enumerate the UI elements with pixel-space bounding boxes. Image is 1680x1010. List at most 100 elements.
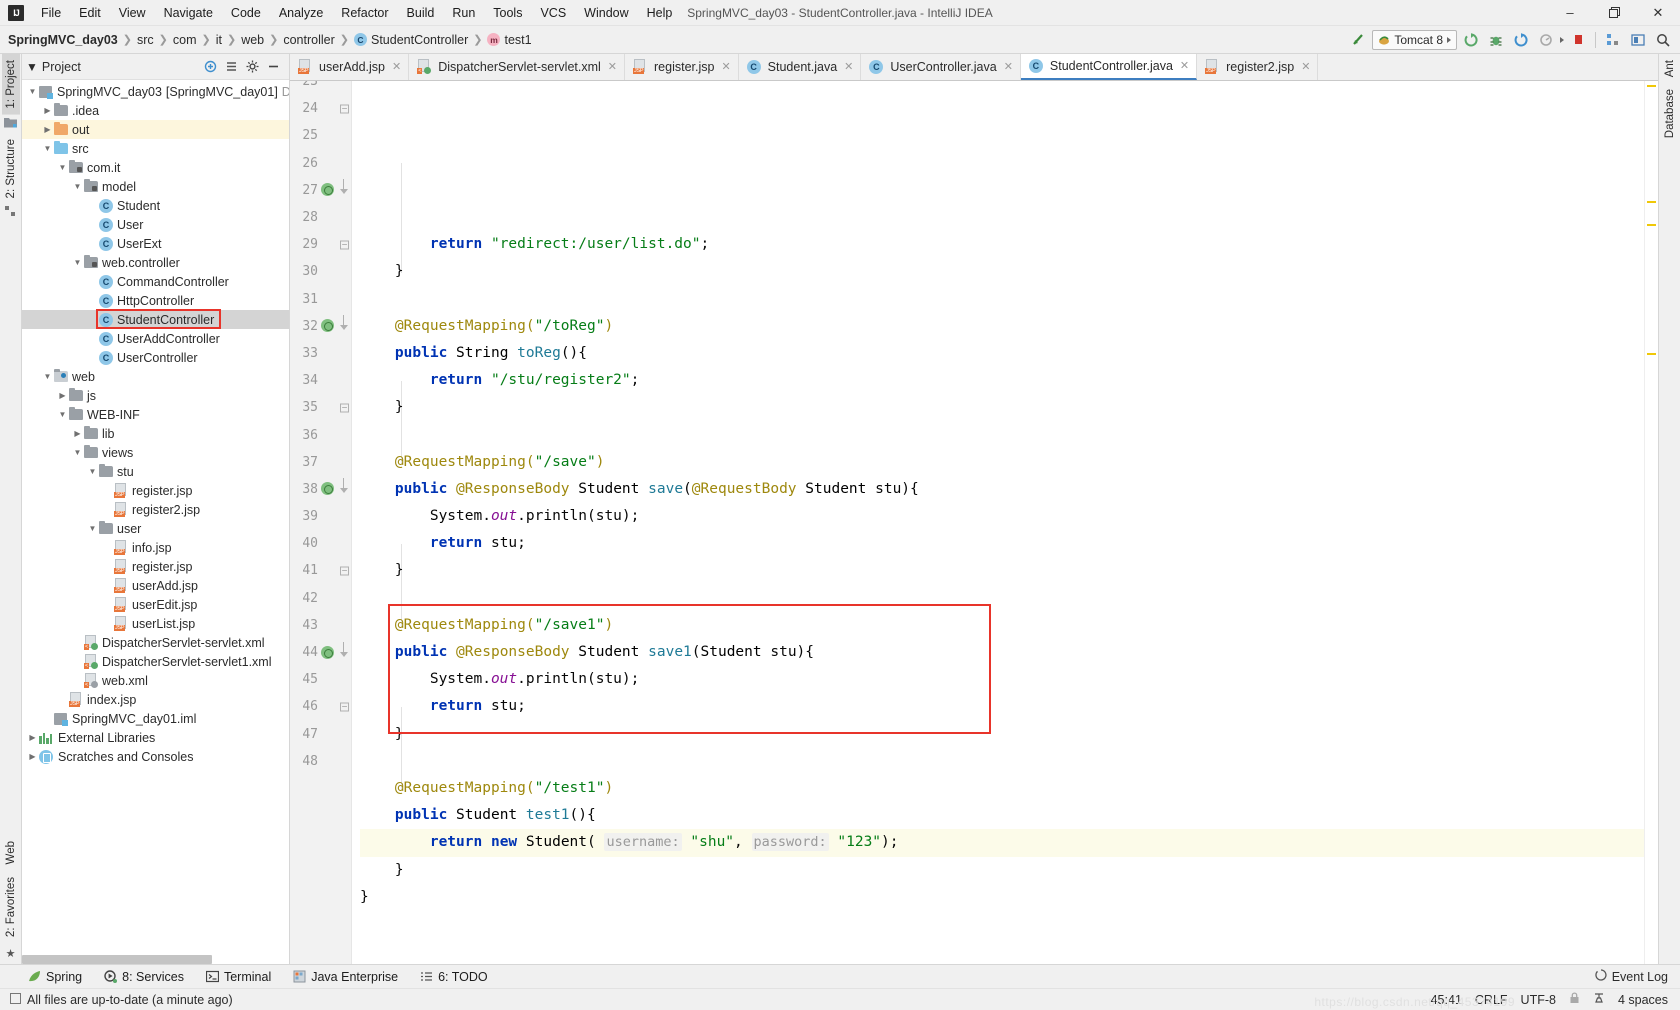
code-line[interactable]: return stu; bbox=[360, 530, 1644, 557]
code-line[interactable]: @RequestMapping("/save") bbox=[360, 449, 1644, 476]
tree-item-user[interactable]: ▶C User bbox=[22, 215, 289, 234]
fold-start-icon[interactable] bbox=[340, 478, 349, 495]
fold-end-icon[interactable]: – bbox=[340, 240, 349, 250]
fold-end-icon[interactable]: – bbox=[340, 566, 349, 576]
tool-window-button-8services[interactable]: 8: Services bbox=[104, 970, 184, 984]
breadcrumb-item-com[interactable]: com bbox=[173, 33, 197, 47]
spring-bean-gutter-icon[interactable] bbox=[321, 319, 335, 333]
code-line[interactable]: System.out.println(stu); bbox=[360, 666, 1644, 693]
rail-tab-favorites[interactable]: 2: Favorites bbox=[2, 871, 20, 943]
tree-item-webxml[interactable]: ▶< web.xml bbox=[22, 671, 289, 690]
chevron-down-icon[interactable]: ▼ bbox=[86, 467, 99, 476]
gutter-line[interactable]: 47 bbox=[290, 721, 351, 748]
tree-item-infojsp[interactable]: ▶JSP info.jsp bbox=[22, 538, 289, 557]
tree-item-idea[interactable]: ▶ .idea bbox=[22, 101, 289, 120]
chevron-down-icon[interactable]: ▼ bbox=[26, 87, 39, 96]
build-icon[interactable] bbox=[1347, 29, 1369, 51]
gutter-line[interactable]: 36 bbox=[290, 421, 351, 448]
gutter-line[interactable]: 45 bbox=[290, 666, 351, 693]
gutter-line[interactable]: 43 bbox=[290, 612, 351, 639]
editor-tab-usercontrollerjava[interactable]: C UserController.java ✕ bbox=[861, 54, 1021, 80]
close-tab-icon[interactable]: ✕ bbox=[1180, 59, 1189, 72]
project-tree[interactable]: ▼ SpringMVC_day03 [SpringMVC_day01] D ▶ .idea… bbox=[22, 80, 289, 954]
tool-window-button-6todo[interactable]: 6: TODO bbox=[420, 970, 488, 984]
code-line[interactable]: } bbox=[360, 258, 1644, 285]
minimize-button[interactable]: – bbox=[1548, 0, 1592, 26]
gutter-line[interactable]: 46 – bbox=[290, 693, 351, 720]
expand-icon[interactable] bbox=[203, 59, 218, 74]
code-line[interactable]: System.out.println(stu); bbox=[360, 503, 1644, 530]
tool-window-button-spring[interactable]: Spring bbox=[28, 970, 82, 984]
tree-item-student[interactable]: ▶C Student bbox=[22, 196, 289, 215]
tree-item-dispatcherservletservlet1xml[interactable]: ▶< DispatcherServlet-servlet1.xml bbox=[22, 652, 289, 671]
gutter-line[interactable]: 38 bbox=[290, 476, 351, 503]
chevron-right-icon[interactable]: ▶ bbox=[56, 391, 69, 400]
gutter-line[interactable]: 37 bbox=[290, 449, 351, 476]
tree-item-studentcontroller[interactable]: ▶CStudentController bbox=[22, 309, 289, 329]
tree-item-user[interactable]: ▼ user bbox=[22, 519, 289, 538]
spring-bean-gutter-icon[interactable] bbox=[321, 482, 335, 496]
chevron-right-icon[interactable]: ▶ bbox=[41, 125, 54, 134]
gutter-line[interactable]: 34 bbox=[290, 367, 351, 394]
gutter-line[interactable]: 23 bbox=[290, 81, 351, 95]
inspection-level-icon[interactable] bbox=[1593, 992, 1605, 1007]
code-text[interactable]: return "redirect:/user/list.do"; } @Requ… bbox=[352, 81, 1644, 964]
breadcrumb-item-web[interactable]: web bbox=[241, 33, 264, 47]
rail-tab-project[interactable]: 1: Project bbox=[1, 54, 20, 115]
tree-item-views[interactable]: ▼ views bbox=[22, 443, 289, 462]
fold-start-icon[interactable] bbox=[340, 641, 349, 658]
fold-end-icon[interactable]: – bbox=[340, 104, 349, 114]
search-icon[interactable] bbox=[1652, 29, 1674, 51]
structure-icon[interactable] bbox=[1602, 29, 1624, 51]
project-hscrollbar[interactable] bbox=[22, 955, 212, 964]
tree-item-register2jsp[interactable]: ▶JSP register2.jsp bbox=[22, 500, 289, 519]
gutter-line[interactable]: 35 – bbox=[290, 394, 351, 421]
file-encoding[interactable]: UTF-8 bbox=[1521, 993, 1556, 1007]
tree-item-lib[interactable]: ▶ lib bbox=[22, 424, 289, 443]
profile-icon[interactable] bbox=[1535, 29, 1557, 51]
editor-tab-useraddjsp[interactable]: JSP userAdd.jsp ✕ bbox=[290, 54, 410, 80]
gear-icon[interactable] bbox=[245, 59, 260, 74]
chevron-right-icon[interactable]: ▶ bbox=[71, 429, 84, 438]
chevron-down-icon[interactable]: ▼ bbox=[86, 524, 99, 533]
tree-item-useraddjsp[interactable]: ▶JSP userAdd.jsp bbox=[22, 576, 289, 595]
spring-bean-gutter-icon[interactable] bbox=[321, 645, 335, 660]
gutter-line[interactable]: 31 bbox=[290, 286, 351, 313]
chevron-down-icon[interactable]: ▼ bbox=[41, 372, 54, 381]
menu-item-window[interactable]: Window bbox=[575, 3, 637, 23]
code-line[interactable]: } bbox=[360, 557, 1644, 584]
code-line[interactable]: @RequestMapping("/test1") bbox=[360, 775, 1644, 802]
line-number-gutter[interactable]: 23 24 – 25 26 27 28 29 – 30 31 32 33 34 35 – 36 37 38 39 40 4… bbox=[290, 81, 352, 964]
tree-item-registerjsp[interactable]: ▶JSP register.jsp bbox=[22, 481, 289, 500]
code-line[interactable]: } bbox=[360, 721, 1644, 748]
tree-item-dispatcherservletservletxml[interactable]: ▶< DispatcherServlet-servlet.xml bbox=[22, 633, 289, 652]
chevron-right-icon[interactable]: ▶ bbox=[26, 752, 39, 761]
code-line[interactable]: @RequestMapping("/toReg") bbox=[360, 313, 1644, 340]
tree-item-springmvcday01iml[interactable]: ▶ SpringMVC_day01.iml bbox=[22, 709, 289, 728]
chevron-down-icon[interactable]: ▼ bbox=[41, 144, 54, 153]
breadcrumb-item-it[interactable]: it bbox=[216, 33, 222, 47]
tree-item-useraddcontroller[interactable]: ▶C UserAddController bbox=[22, 329, 289, 348]
gutter-line[interactable]: 25 bbox=[290, 122, 351, 149]
stop-icon[interactable] bbox=[1567, 29, 1589, 51]
code-line[interactable]: public @ResponseBody Student save1(Stude… bbox=[360, 639, 1644, 666]
gutter-line[interactable]: 29 – bbox=[290, 231, 351, 258]
tree-item-httpcontroller[interactable]: ▶C HttpController bbox=[22, 291, 289, 310]
hide-panel-icon[interactable] bbox=[266, 59, 281, 74]
tree-item-userext[interactable]: ▶C UserExt bbox=[22, 234, 289, 253]
spring-bean-gutter-icon[interactable] bbox=[321, 183, 335, 197]
menu-item-navigate[interactable]: Navigate bbox=[155, 3, 222, 23]
tool-window-button-javaenterprise[interactable]: Java Enterprise bbox=[293, 970, 398, 984]
gutter-line[interactable]: 28 bbox=[290, 204, 351, 231]
code-line[interactable] bbox=[360, 422, 1644, 449]
editor-tab-dispatcherservletservletxml[interactable]: < DispatcherServlet-servlet.xml ✕ bbox=[409, 54, 625, 80]
code-line[interactable] bbox=[360, 585, 1644, 612]
tree-item-externallibraries[interactable]: ▶ External Libraries bbox=[22, 728, 289, 747]
rail-tab-web[interactable]: Web bbox=[2, 835, 20, 870]
rail-tab-database[interactable]: Database bbox=[1661, 83, 1679, 144]
menu-item-run[interactable]: Run bbox=[443, 3, 484, 23]
code-line[interactable]: } bbox=[360, 857, 1644, 884]
breadcrumb-item-test1[interactable]: m test1 bbox=[487, 33, 532, 47]
close-tab-icon[interactable]: ✕ bbox=[1301, 60, 1310, 73]
close-tab-icon[interactable]: ✕ bbox=[844, 60, 853, 73]
